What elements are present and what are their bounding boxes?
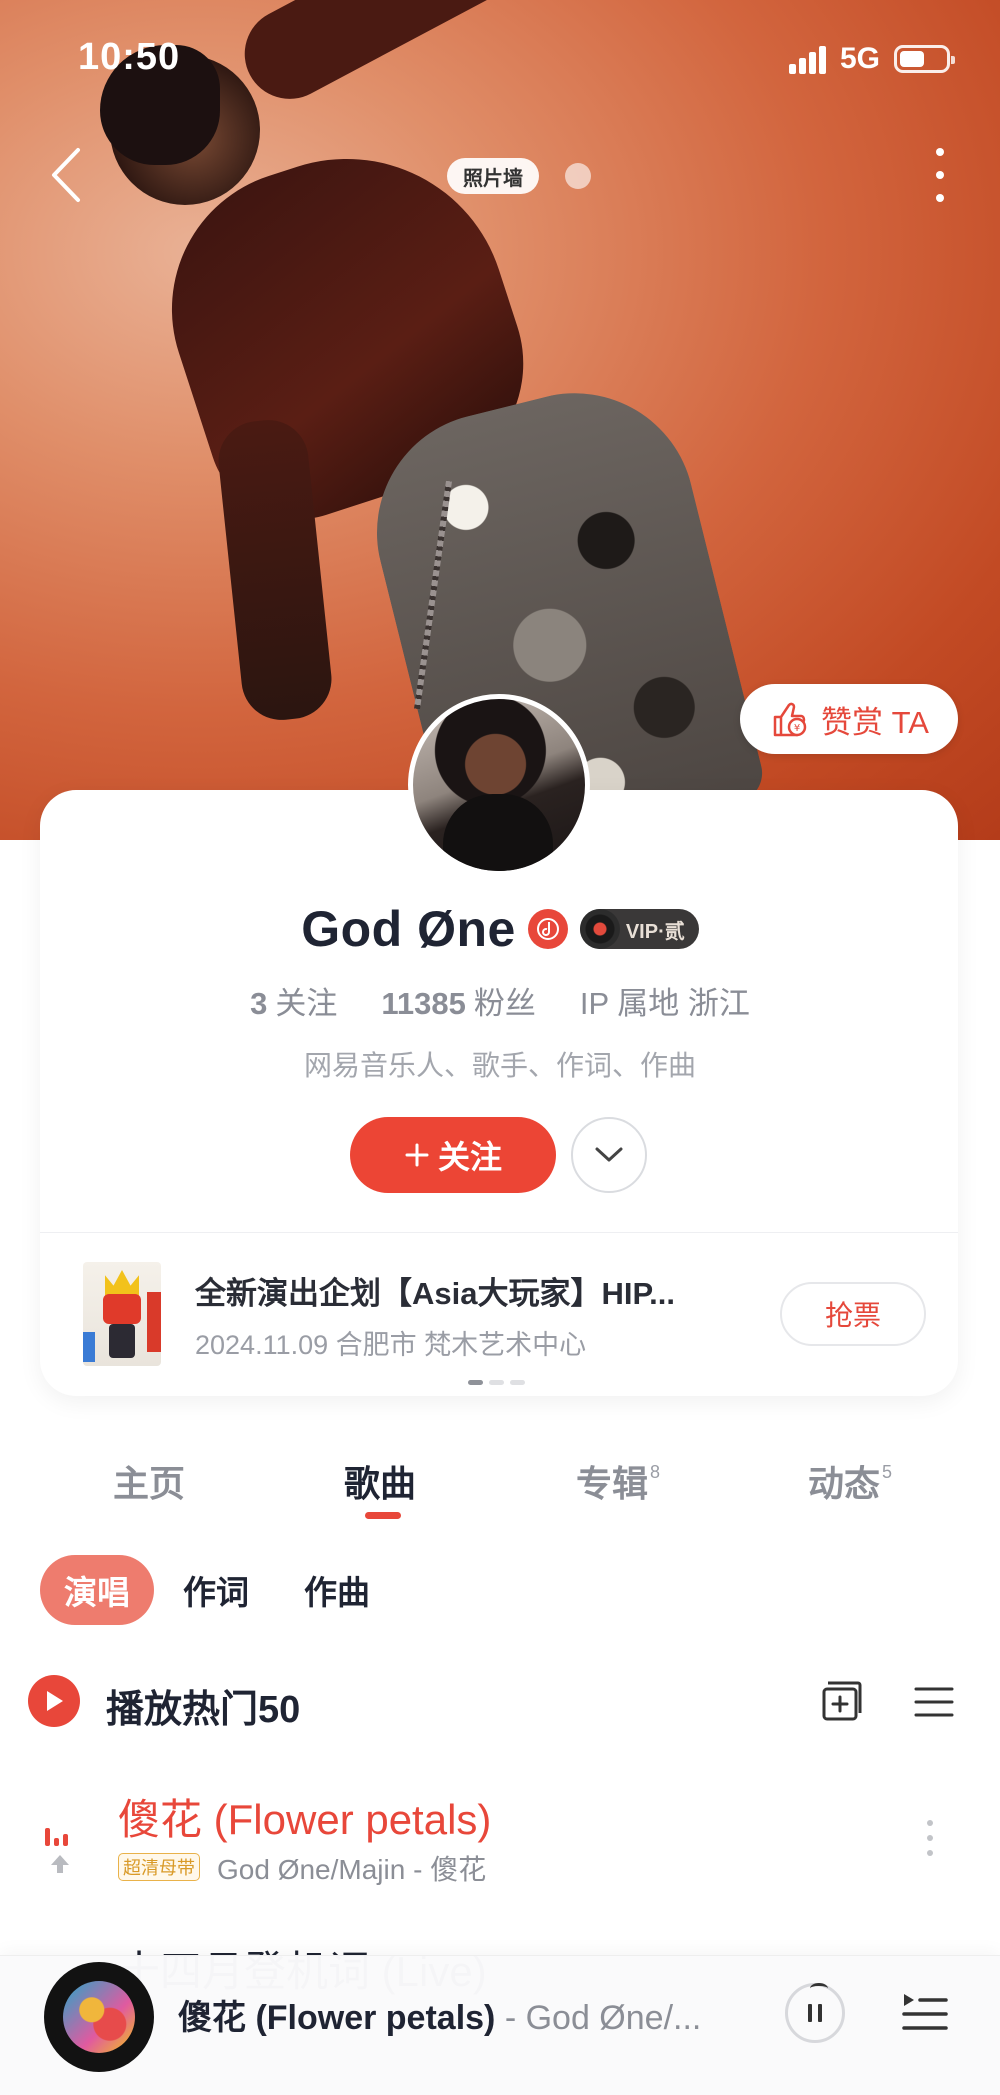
battery-icon: [894, 45, 955, 73]
back-button[interactable]: [40, 140, 90, 210]
chevron-down-icon: [595, 1147, 623, 1162]
buy-ticket-button[interactable]: 抢票: [780, 1282, 926, 1346]
filter-singing[interactable]: 演唱: [40, 1555, 154, 1625]
profile-tabs: 主页 歌曲 专辑 8 动态 5: [0, 1455, 1000, 1515]
quality-badge: 超清母带: [118, 1853, 200, 1881]
follow-label: 关注: [437, 1139, 502, 1175]
play-all-button[interactable]: [28, 1675, 80, 1727]
active-tab-indicator: [365, 1512, 401, 1519]
multi-select-list-icon[interactable]: [908, 1677, 958, 1727]
network-type: 5G: [839, 42, 880, 75]
more-dot-icon: [936, 148, 944, 156]
event-poster-thumbnail[interactable]: [83, 1262, 161, 1366]
tab-moments[interactable]: 动态 5: [808, 1455, 892, 1507]
signal-icon: [788, 44, 826, 74]
playlist-queue-icon[interactable]: [900, 1990, 950, 2038]
thumbs-up-coin-icon: ¥: [773, 702, 807, 737]
expand-button[interactable]: [571, 1117, 647, 1193]
albums-count: 8: [650, 1462, 661, 1482]
svg-text:¥: ¥: [794, 723, 800, 734]
following-stat[interactable]: 3 关注: [250, 978, 337, 1023]
followers-stat[interactable]: 11385 粉丝: [381, 978, 536, 1023]
status-time: 10:50: [78, 36, 181, 78]
battery-level: [900, 51, 925, 67]
event-subtitle: 2024.11.09 合肥市 梵木艺术中心: [195, 1330, 587, 1360]
photo-page-dot: [565, 163, 591, 189]
rank-up-arrow-icon: [51, 1855, 69, 1873]
vip-badge[interactable]: VIP·贰: [579, 909, 699, 949]
name-row: God Øne VIP·贰: [0, 900, 1000, 958]
tab-songs[interactable]: 歌曲: [344, 1455, 416, 1507]
musician-badge-icon[interactable]: [527, 909, 568, 949]
artist-name: God Øne: [301, 901, 516, 957]
pause-button[interactable]: [785, 1983, 845, 2043]
follow-button[interactable]: 关注: [350, 1117, 556, 1193]
plus-icon: [405, 1143, 429, 1167]
tab-albums[interactable]: 专辑 8: [576, 1455, 660, 1507]
event-pager: [468, 1380, 525, 1385]
now-playing-title[interactable]: 傻花 (Flower petals) - God Øne/...: [178, 1990, 738, 2039]
artist-bio: 网易音乐人、歌手、作词、作曲: [303, 1050, 696, 1081]
reward-button[interactable]: ¥ 赞赏 TA: [740, 684, 958, 754]
more-options-button[interactable]: [920, 140, 960, 210]
vinyl-disc-icon: [579, 909, 620, 949]
event-title[interactable]: 全新演出企划【Asia大玩家】HIP...: [195, 1268, 745, 1313]
album-art: [63, 1981, 135, 2053]
play-hot-label[interactable]: 播放热门50: [106, 1678, 300, 1733]
song-artist-album: God Øne/Majin - 傻花: [217, 1854, 487, 1885]
moments-count: 5: [882, 1462, 893, 1482]
filter-lyrics[interactable]: 作词: [183, 1555, 249, 1625]
card-divider: [40, 1232, 958, 1233]
now-playing-disc[interactable]: [44, 1962, 154, 2072]
tab-home[interactable]: 主页: [113, 1455, 185, 1507]
ip-location: IP 属地 浙江: [579, 986, 750, 1021]
avatar[interactable]: [408, 694, 590, 876]
song-title[interactable]: 傻花 (Flower petals): [118, 1786, 491, 1847]
filter-composition[interactable]: 作曲: [304, 1555, 370, 1625]
chevron-left-icon: [52, 148, 80, 202]
now-playing-bars-icon: [45, 1826, 68, 1846]
photo-wall-label[interactable]: 照片墙: [447, 158, 539, 194]
song-more-button[interactable]: [920, 1808, 940, 1868]
pause-icon: [808, 2004, 822, 2022]
vip-label: VIP·贰: [625, 920, 685, 943]
reward-label: 赞赏 TA: [821, 704, 929, 740]
play-icon: [47, 1691, 63, 1711]
add-to-playlist-icon[interactable]: [816, 1677, 866, 1727]
status-indicators: 5G: [788, 42, 955, 76]
stats-row: 3 关注 11385 粉丝 IP 属地 浙江: [0, 978, 1000, 1023]
hero-figure-arm: [228, 0, 687, 115]
